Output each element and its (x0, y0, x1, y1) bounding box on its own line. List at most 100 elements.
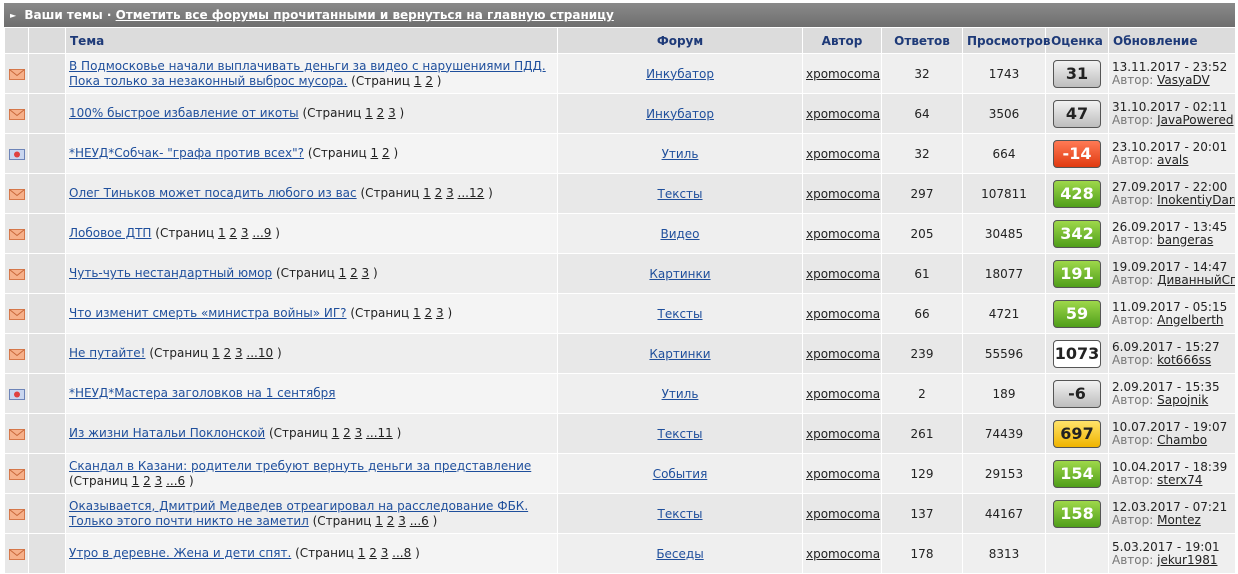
page-link[interactable]: 3 (362, 266, 370, 280)
last-author-link[interactable]: bangeras (1157, 233, 1213, 247)
rating-badge[interactable]: 428 (1053, 179, 1101, 208)
page-link[interactable]: 3 (241, 226, 249, 240)
page-link[interactable]: ...10 (246, 346, 273, 360)
page-link[interactable]: ...11 (366, 426, 393, 440)
author-link[interactable]: xpomocoma (806, 347, 880, 361)
collapse-arrow-icon[interactable]: ► (10, 11, 16, 20)
rating-badge[interactable]: 154 (1053, 459, 1101, 488)
forum-link[interactable]: Картинки (649, 267, 710, 281)
page-link[interactable]: 1 (358, 546, 366, 560)
rating-badge[interactable]: 1073 (1053, 339, 1101, 368)
rating-badge[interactable]: 47 (1053, 99, 1101, 128)
page-link[interactable]: 2 (382, 146, 390, 160)
author-link[interactable]: xpomocoma (806, 67, 880, 81)
table-row[interactable]: Утро в деревне. Жена и дети спят. (Стран… (4, 533, 1236, 574)
table-row[interactable]: Из жизни Натальи Поклонской (Страниц 1 2… (4, 413, 1236, 454)
mark-all-read-link[interactable]: Отметить все форумы прочитанными и верну… (116, 8, 614, 22)
page-link[interactable]: 2 (425, 74, 433, 88)
col-rating[interactable]: Оценка (1045, 27, 1109, 54)
table-row[interactable]: Скандал в Казани: родители требуют верну… (4, 453, 1236, 494)
rating-badge[interactable]: 31 (1053, 59, 1101, 88)
author-link[interactable]: xpomocoma (806, 187, 880, 201)
last-author-link[interactable]: kot666ss (1157, 353, 1211, 367)
last-author-link[interactable]: InokentiyDarmoedoff (1157, 193, 1234, 207)
forum-link[interactable]: События (653, 467, 708, 481)
page-link[interactable]: 2 (435, 186, 443, 200)
page-link[interactable]: 3 (235, 346, 243, 360)
last-author-link[interactable]: Chambo (1157, 433, 1207, 447)
page-link[interactable]: 3 (155, 474, 163, 488)
topic-link[interactable]: Скандал в Казани: родители требуют верну… (69, 459, 531, 473)
page-link[interactable]: 3 (355, 426, 363, 440)
page-link[interactable]: ...8 (392, 546, 411, 560)
last-author-link[interactable]: jekur1981 (1157, 553, 1217, 567)
page-link[interactable]: 2 (377, 106, 385, 120)
table-row[interactable]: Чуть-чуть нестандартный юмор (Страниц 1 … (4, 253, 1236, 294)
topic-link[interactable]: Оказывается, Дмитрий Медведев отреагиров… (69, 499, 528, 528)
rating-badge[interactable]: -14 (1053, 139, 1101, 168)
rating-badge[interactable]: 59 (1053, 299, 1101, 328)
table-row[interactable]: *НЕУД*Мастера заголовков на 1 сентября Ут… (4, 373, 1236, 414)
forum-link[interactable]: Инкубатор (646, 67, 714, 81)
author-link[interactable]: xpomocoma (806, 427, 880, 441)
forum-link[interactable]: Картинки (649, 347, 710, 361)
author-link[interactable]: xpomocoma (806, 387, 880, 401)
col-updated[interactable]: Обновление (1108, 27, 1236, 54)
page-link[interactable]: 1 (339, 266, 347, 280)
table-row[interactable]: Не путайте! (Страниц 1 2 3 ...10 ) Картин… (4, 333, 1236, 374)
last-author-link[interactable]: VasyaDV (1157, 73, 1210, 87)
page-link[interactable]: 3 (398, 514, 406, 528)
author-link[interactable]: xpomocoma (806, 507, 880, 521)
page-link[interactable]: 1 (414, 74, 422, 88)
page-link[interactable]: ...9 (252, 226, 271, 240)
last-author-link[interactable]: Angelberth (1157, 313, 1223, 327)
col-views[interactable]: Просмотров (962, 27, 1050, 54)
forum-link[interactable]: Тексты (657, 427, 702, 441)
topic-link[interactable]: Не путайте! (69, 346, 146, 360)
last-author-link[interactable]: JavaPowered (1157, 113, 1233, 127)
topic-link[interactable]: Что изменит смерть «министра войны» ИГ? (69, 306, 347, 320)
page-link[interactable]: 3 (436, 306, 444, 320)
page-link[interactable]: 2 (369, 546, 377, 560)
forum-link[interactable]: Утиль (662, 387, 699, 401)
author-link[interactable]: xpomocoma (806, 267, 880, 281)
table-row[interactable]: *НЕУД*Собчак- "графа против всех"? (Стра… (4, 133, 1236, 174)
page-link[interactable]: 1 (413, 306, 421, 320)
page-link[interactable]: 1 (375, 514, 383, 528)
topic-link[interactable]: Олег Тиньков может посадить любого из ва… (69, 186, 357, 200)
topic-link[interactable]: Чуть-чуть нестандартный юмор (69, 266, 272, 280)
last-author-link[interactable]: Montez (1157, 513, 1201, 527)
page-link[interactable]: 2 (143, 474, 151, 488)
topic-link[interactable]: *НЕУД*Собчак- "графа против всех"? (69, 146, 304, 160)
forum-link[interactable]: Утиль (662, 147, 699, 161)
last-author-link[interactable]: avals (1157, 153, 1188, 167)
table-row[interactable]: 100% быстрое избавление от икоты (Страни… (4, 93, 1236, 134)
col-topic[interactable]: Тема (65, 27, 558, 54)
page-link[interactable]: 2 (387, 514, 395, 528)
page-link[interactable]: 3 (381, 546, 389, 560)
last-author-link[interactable]: ДиванныйСпец (1157, 273, 1234, 287)
table-row[interactable]: Лобовое ДТП (Страниц 1 2 3 ...9 ) Видео xp… (4, 213, 1236, 254)
page-link[interactable]: 1 (371, 146, 379, 160)
forum-link[interactable]: Тексты (657, 187, 702, 201)
author-link[interactable]: xpomocoma (806, 107, 880, 121)
page-link[interactable]: 2 (223, 346, 231, 360)
page-link[interactable]: ...12 (458, 186, 485, 200)
page-link[interactable]: 1 (332, 426, 340, 440)
page-link[interactable]: 1 (212, 346, 220, 360)
page-link[interactable]: 2 (229, 226, 237, 240)
forum-link[interactable]: Видео (660, 227, 699, 241)
rating-badge[interactable]: 342 (1053, 219, 1101, 248)
page-link[interactable]: ...6 (410, 514, 429, 528)
page-link[interactable]: 2 (343, 426, 351, 440)
table-row[interactable]: Олег Тиньков может посадить любого из ва… (4, 173, 1236, 214)
page-link[interactable]: 2 (350, 266, 358, 280)
page-link[interactable]: 1 (132, 474, 140, 488)
author-link[interactable]: xpomocoma (806, 227, 880, 241)
page-link[interactable]: ...6 (166, 474, 185, 488)
col-author[interactable]: Автор (802, 27, 882, 54)
table-row[interactable]: Что изменит смерть «министра войны» ИГ? … (4, 293, 1236, 334)
topic-link[interactable]: Из жизни Натальи Поклонской (69, 426, 265, 440)
rating-badge[interactable]: 697 (1053, 419, 1101, 448)
rating-badge[interactable]: 158 (1053, 499, 1101, 528)
